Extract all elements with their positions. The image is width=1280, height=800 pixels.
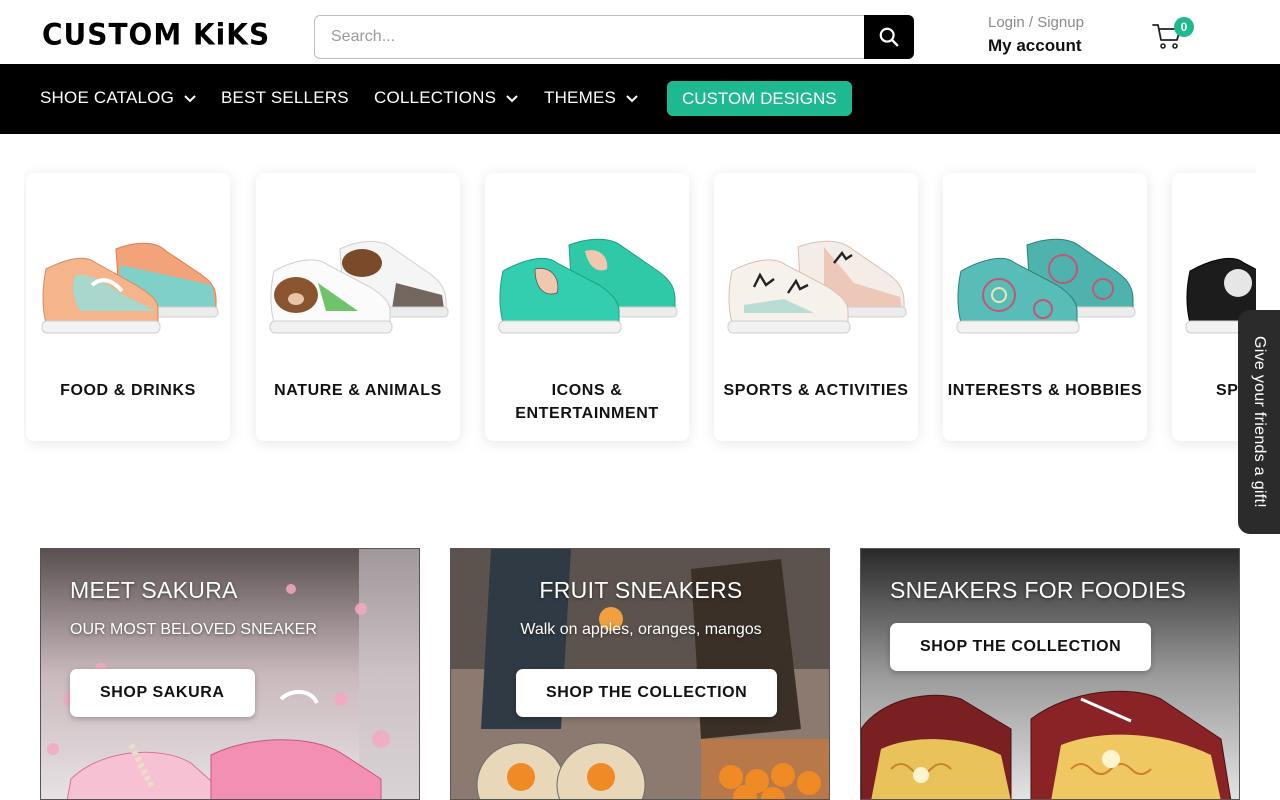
site-header: CUSTOM KiKS Login / Signup My account 0 bbox=[0, 0, 1280, 64]
search-icon bbox=[879, 27, 899, 47]
gift-tab-label: Give your friends a gift! bbox=[1251, 335, 1268, 509]
chevron-down-icon bbox=[626, 95, 638, 103]
search-input[interactable] bbox=[315, 16, 865, 58]
site-logo[interactable]: CUSTOM KiKS bbox=[42, 17, 270, 52]
banner-title: MEET SAKURA bbox=[70, 577, 238, 603]
nav-label: BEST SELLERS bbox=[221, 88, 349, 107]
category-label: FOOD & DRINKS bbox=[60, 382, 196, 399]
main-navigation: SHOE CATALOG BEST SELLERS COLLECTIONS TH… bbox=[0, 64, 1280, 134]
banner-fruit-sneakers[interactable]: FRUIT SNEAKERS Walk on apples, oranges, … bbox=[450, 548, 830, 800]
category-card-sports-activities[interactable]: SPORTS & ACTIVITIES bbox=[714, 173, 918, 441]
sneaker-image bbox=[498, 238, 678, 334]
search-bar bbox=[314, 15, 914, 59]
login-signup-link[interactable]: Login / Signup bbox=[988, 14, 1084, 31]
category-label: INTERESTS & HOBBIES bbox=[947, 382, 1143, 399]
nav-label: COLLECTIONS bbox=[374, 88, 497, 107]
nav-label: THEMES bbox=[544, 88, 617, 107]
sneaker-image bbox=[727, 240, 907, 334]
chevron-down-icon bbox=[184, 95, 196, 103]
my-account-link[interactable]: My account bbox=[988, 36, 1084, 56]
category-label: NATURE & ANIMALS bbox=[274, 382, 442, 399]
chevron-down-icon bbox=[506, 95, 518, 103]
category-card-interests-hobbies[interactable]: INTERESTS & HOBBIES bbox=[943, 173, 1147, 441]
category-label: ICONS & ENTERTAINMENT bbox=[515, 382, 659, 422]
nav-collections[interactable]: COLLECTIONS bbox=[374, 88, 518, 108]
banner-title: SNEAKERS FOR FOODIES bbox=[890, 577, 1187, 603]
category-card-food-drinks[interactable]: FOOD & DRINKS bbox=[26, 173, 230, 441]
shop-sakura-button[interactable]: SHOP SAKURA bbox=[70, 669, 255, 717]
cart-count-badge: 0 bbox=[1174, 17, 1194, 37]
category-card-nature-animals[interactable]: NATURE & ANIMALS bbox=[256, 173, 460, 441]
category-label: SPORTS & ACTIVITIES bbox=[723, 382, 909, 399]
nav-best-sellers[interactable]: BEST SELLERS bbox=[221, 88, 349, 108]
sneaker-image bbox=[956, 238, 1136, 334]
custom-designs-button[interactable]: CUSTOM DESIGNS bbox=[667, 81, 852, 116]
shop-fruit-collection-button[interactable]: SHOP THE COLLECTION bbox=[516, 669, 778, 717]
banner-foodies[interactable]: SNEAKERS FOR FOODIES SHOP THE COLLECTION bbox=[860, 548, 1240, 800]
banner-subtitle: OUR MOST BELOVED SNEAKER bbox=[70, 621, 317, 638]
search-button[interactable] bbox=[864, 15, 914, 59]
category-card-icons-entertainment[interactable]: ICONS & ENTERTAINMENT bbox=[485, 173, 689, 441]
nav-label: SHOE CATALOG bbox=[40, 88, 175, 107]
shop-foodies-collection-button[interactable]: SHOP THE COLLECTION bbox=[890, 623, 1152, 671]
banner-subtitle: Walk on apples, oranges, mangos bbox=[520, 621, 762, 638]
nav-themes[interactable]: THEMES bbox=[544, 88, 638, 108]
sneaker-image bbox=[41, 242, 219, 334]
gift-tab[interactable]: Give your friends a gift! bbox=[1238, 310, 1280, 534]
nav-shoe-catalog[interactable]: SHOE CATALOG bbox=[40, 88, 196, 108]
account-menu[interactable]: Login / Signup My account bbox=[988, 14, 1084, 56]
banner-sakura[interactable]: MEET SAKURA OUR MOST BELOVED SNEAKER SHO… bbox=[40, 548, 420, 800]
sneaker-image bbox=[269, 241, 449, 334]
category-carousel: FOOD & DRINKS NATURE & ANIMALS ICONS & E… bbox=[24, 160, 1256, 460]
banner-title: FRUIT SNEAKERS bbox=[539, 577, 743, 603]
